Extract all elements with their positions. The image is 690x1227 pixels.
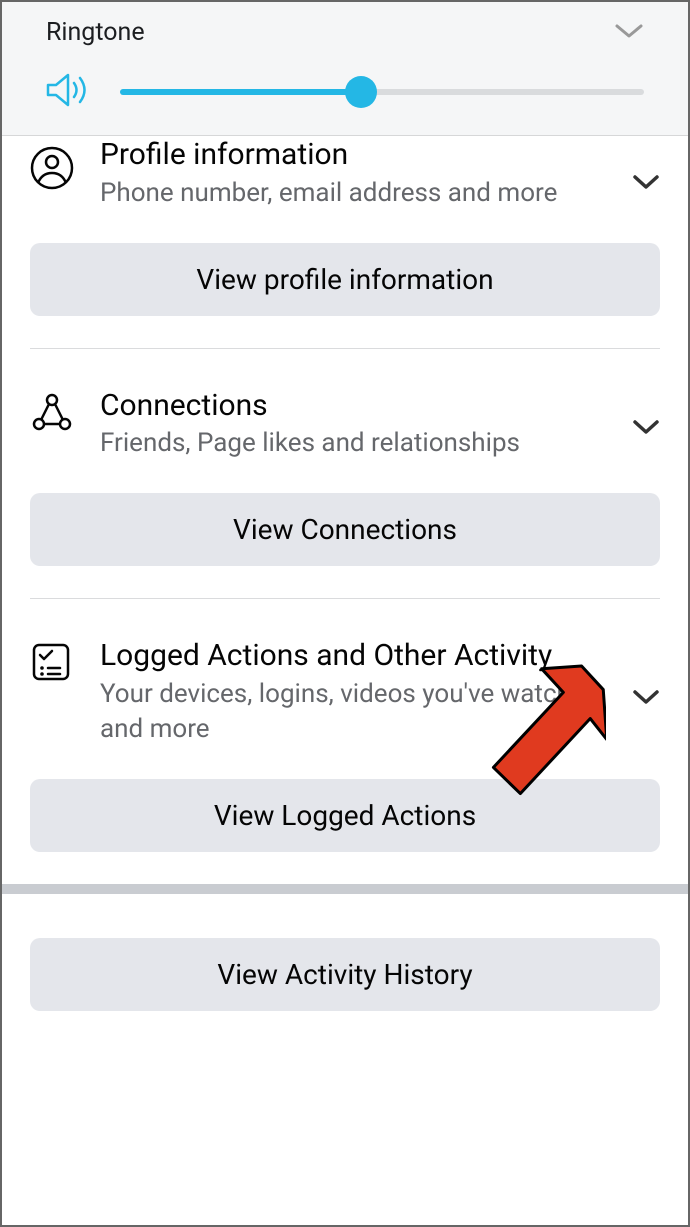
divider [30, 348, 660, 349]
section-divider [2, 884, 688, 894]
section-profile-text: Profile information Phone number, email … [86, 142, 632, 211]
view-activity-history-button[interactable]: View Activity History [30, 938, 660, 1011]
section-profile-subtitle: Phone number, email address and more [100, 176, 612, 211]
section-connections-subtitle: Friends, Page likes and relationships [100, 426, 612, 461]
chevron-down-icon [632, 387, 660, 439]
logged-actions-icon [30, 637, 86, 687]
view-connections-button[interactable]: View Connections [30, 493, 660, 566]
view-profile-button[interactable]: View profile information [30, 243, 660, 316]
volume-row [2, 71, 688, 113]
section-profile-title: Profile information [100, 136, 612, 174]
volume-slider[interactable] [120, 89, 644, 95]
section-profile[interactable]: Profile information Phone number, email … [2, 136, 688, 211]
section-logged-title: Logged Actions and Other Activity [100, 637, 612, 675]
section-logged-text: Logged Actions and Other Activity Your d… [86, 637, 632, 747]
chevron-down-icon [632, 142, 660, 194]
section-connections-title: Connections [100, 387, 612, 425]
ringtone-header[interactable]: Ringtone [2, 18, 688, 47]
chevron-down-icon [614, 22, 644, 44]
profile-icon [30, 142, 86, 194]
connections-icon [30, 387, 86, 439]
view-logged-actions-button[interactable]: View Logged Actions [30, 779, 660, 852]
ringtone-label: Ringtone [46, 18, 145, 47]
speaker-icon [46, 71, 92, 113]
section-connections-text: Connections Friends, Page likes and rela… [86, 387, 632, 462]
ringtone-panel: Ringtone [2, 2, 688, 136]
divider [30, 598, 660, 599]
section-logged-subtitle: Your devices, logins, videos you've watc… [100, 677, 612, 747]
volume-slider-thumb[interactable] [345, 76, 377, 108]
section-connections[interactable]: Connections Friends, Page likes and rela… [2, 377, 688, 462]
section-logged[interactable]: Logged Actions and Other Activity Your d… [2, 627, 688, 747]
chevron-down-icon [632, 637, 660, 709]
content: Profile information Phone number, email … [2, 136, 688, 1011]
volume-slider-fill [120, 89, 361, 95]
